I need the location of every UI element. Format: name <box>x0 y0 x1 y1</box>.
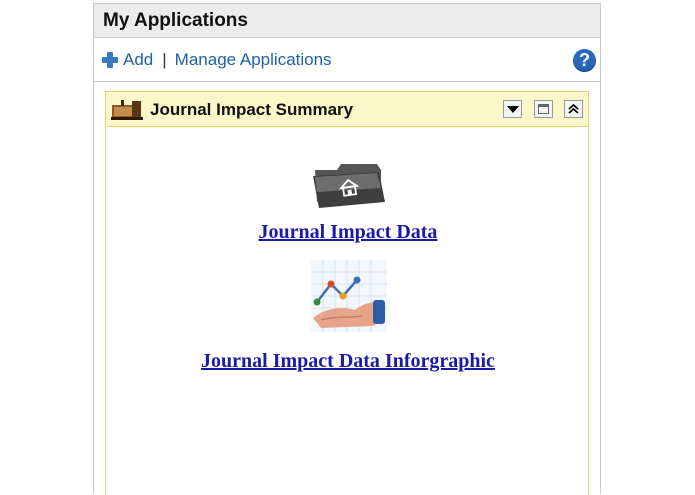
panel-title: My Applications <box>94 4 600 38</box>
folder-home-icon[interactable] <box>311 160 387 215</box>
plus-icon[interactable] <box>102 51 118 68</box>
journal-impact-data-link[interactable]: Journal Impact Data <box>106 221 590 244</box>
add-link[interactable]: Add <box>123 50 153 70</box>
journal-impact-summary-portlet: Journal Impact Summary Journal Impact Da… <box>105 91 589 495</box>
manage-applications-link[interactable]: Manage Applications <box>175 50 332 70</box>
chart-hand-icon[interactable] <box>311 260 387 337</box>
portlet-maximize-button[interactable] <box>534 100 553 118</box>
panel-toolbar: Add | Manage Applications ? <box>94 38 600 82</box>
portlet-header: Journal Impact Summary <box>106 92 588 127</box>
help-icon[interactable]: ? <box>573 49 596 72</box>
portlet-collapse-button[interactable] <box>564 100 583 118</box>
portlet-title: Journal Impact Summary <box>150 100 354 119</box>
journal-logo-icon <box>111 99 143 121</box>
portlet-menu-button[interactable] <box>503 100 522 118</box>
toolbar-separator: | <box>162 49 167 69</box>
my-applications-panel: My Applications Add | Manage Application… <box>93 3 601 495</box>
journal-impact-infographic-link[interactable]: Journal Impact Data Inforgraphic <box>106 350 590 373</box>
